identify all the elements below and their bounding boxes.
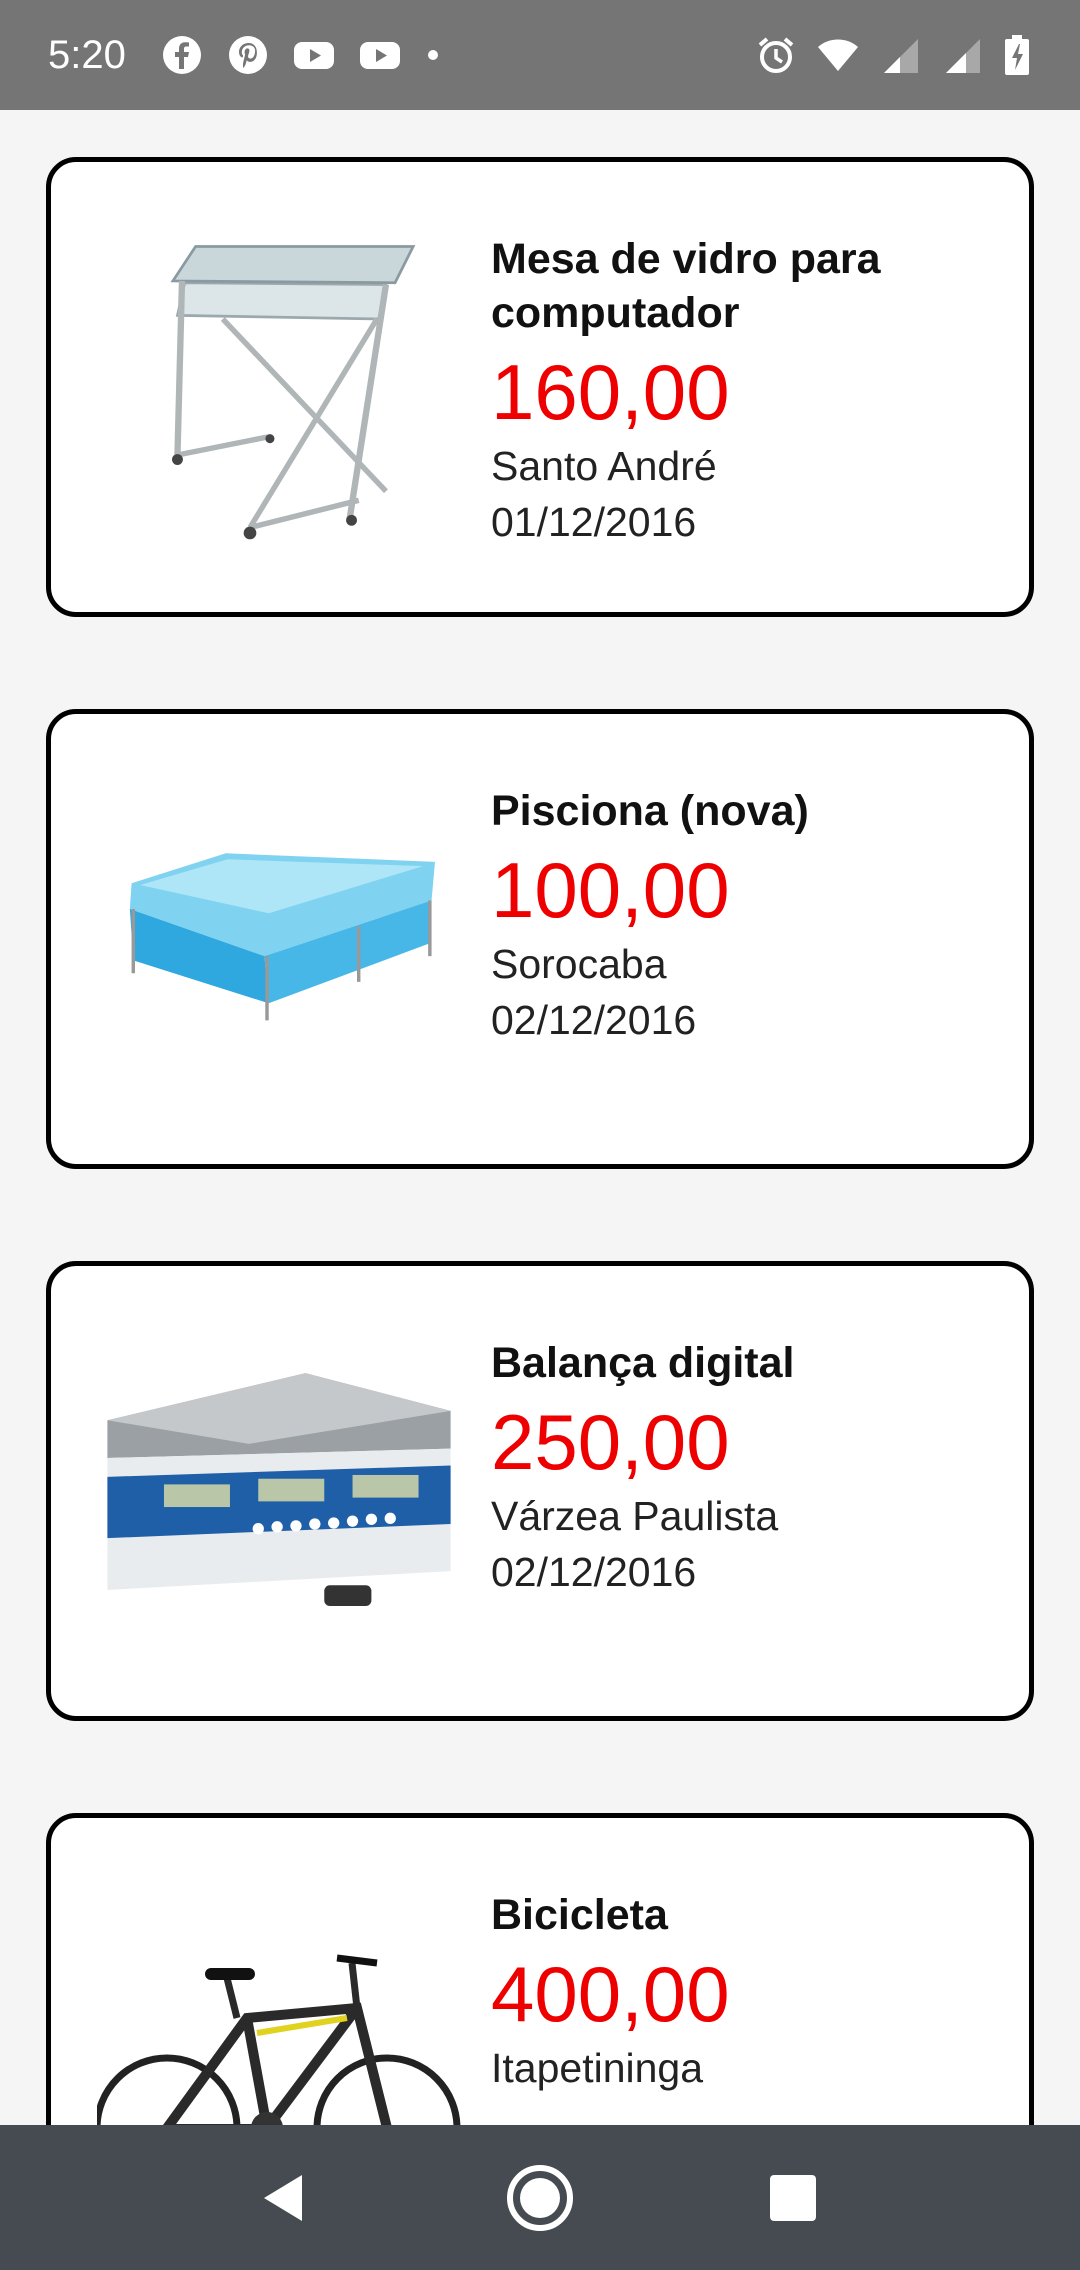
status-bar: 5:20 <box>0 0 1080 110</box>
notification-icons <box>160 33 438 77</box>
listing-city: Sorocaba <box>491 941 667 987</box>
youtube-icon <box>292 33 336 77</box>
listing-date: 01/12/2016 <box>491 499 697 545</box>
status-time: 5:20 <box>48 32 126 77</box>
recents-icon[interactable] <box>758 2163 828 2233</box>
wifi-icon <box>816 33 860 77</box>
pool-image <box>97 764 461 1114</box>
listing-city: Santo André <box>491 443 717 489</box>
navigation-bar <box>0 2125 1080 2270</box>
listing-info: Pisciona (nova) 100,00 Sorocaba 02/12/20… <box>491 784 991 1048</box>
pinterest-icon <box>226 33 270 77</box>
listing-title: Mesa de vidro para computador <box>491 235 881 337</box>
listing-info: Balança digital 250,00 Várzea Paulista 0… <box>491 1336 991 1600</box>
listing-date: 02/12/2016 <box>491 1549 697 1595</box>
bicycle-image <box>97 1868 461 2125</box>
listing-card[interactable]: Balança digital 250,00 Várzea Paulista 0… <box>46 1261 1034 1721</box>
signal-icon <box>878 33 922 77</box>
youtube-icon <box>358 33 402 77</box>
back-icon[interactable] <box>252 2163 322 2233</box>
battery-icon <box>1002 33 1032 77</box>
more-notifications-dot <box>427 50 438 60</box>
home-icon[interactable] <box>505 2163 575 2233</box>
alarm-icon <box>754 33 798 77</box>
glass-desk-image <box>97 212 461 562</box>
system-icons <box>754 33 1032 77</box>
listing-card[interactable]: Mesa de vidro para computador 160,00 San… <box>46 157 1034 617</box>
listing-price: 250,00 <box>491 1398 730 1486</box>
facebook-icon <box>160 33 204 77</box>
listing-info: Mesa de vidro para computador 160,00 San… <box>491 232 991 550</box>
listing-price: 100,00 <box>491 846 730 934</box>
listing-card[interactable]: Bicicleta 400,00 Itapetininga <box>46 1813 1034 2125</box>
listing-city: Várzea Paulista <box>491 1493 779 1539</box>
listing-card[interactable]: Pisciona (nova) 100,00 Sorocaba 02/12/20… <box>46 709 1034 1169</box>
listing-list[interactable]: Mesa de vidro para computador 160,00 San… <box>0 110 1080 2125</box>
digital-scale-image <box>97 1316 461 1666</box>
listing-title: Balança digital <box>491 1339 795 1387</box>
listing-title: Bicicleta <box>491 1891 668 1939</box>
listing-info: Bicicleta 400,00 Itapetininga <box>491 1888 991 2096</box>
listing-city: Itapetininga <box>491 2045 704 2091</box>
signal-icon <box>940 33 984 77</box>
listing-title: Pisciona (nova) <box>491 787 809 835</box>
listing-date: 02/12/2016 <box>491 997 697 1043</box>
listing-price: 400,00 <box>491 1950 730 2038</box>
listing-price: 160,00 <box>491 348 730 436</box>
